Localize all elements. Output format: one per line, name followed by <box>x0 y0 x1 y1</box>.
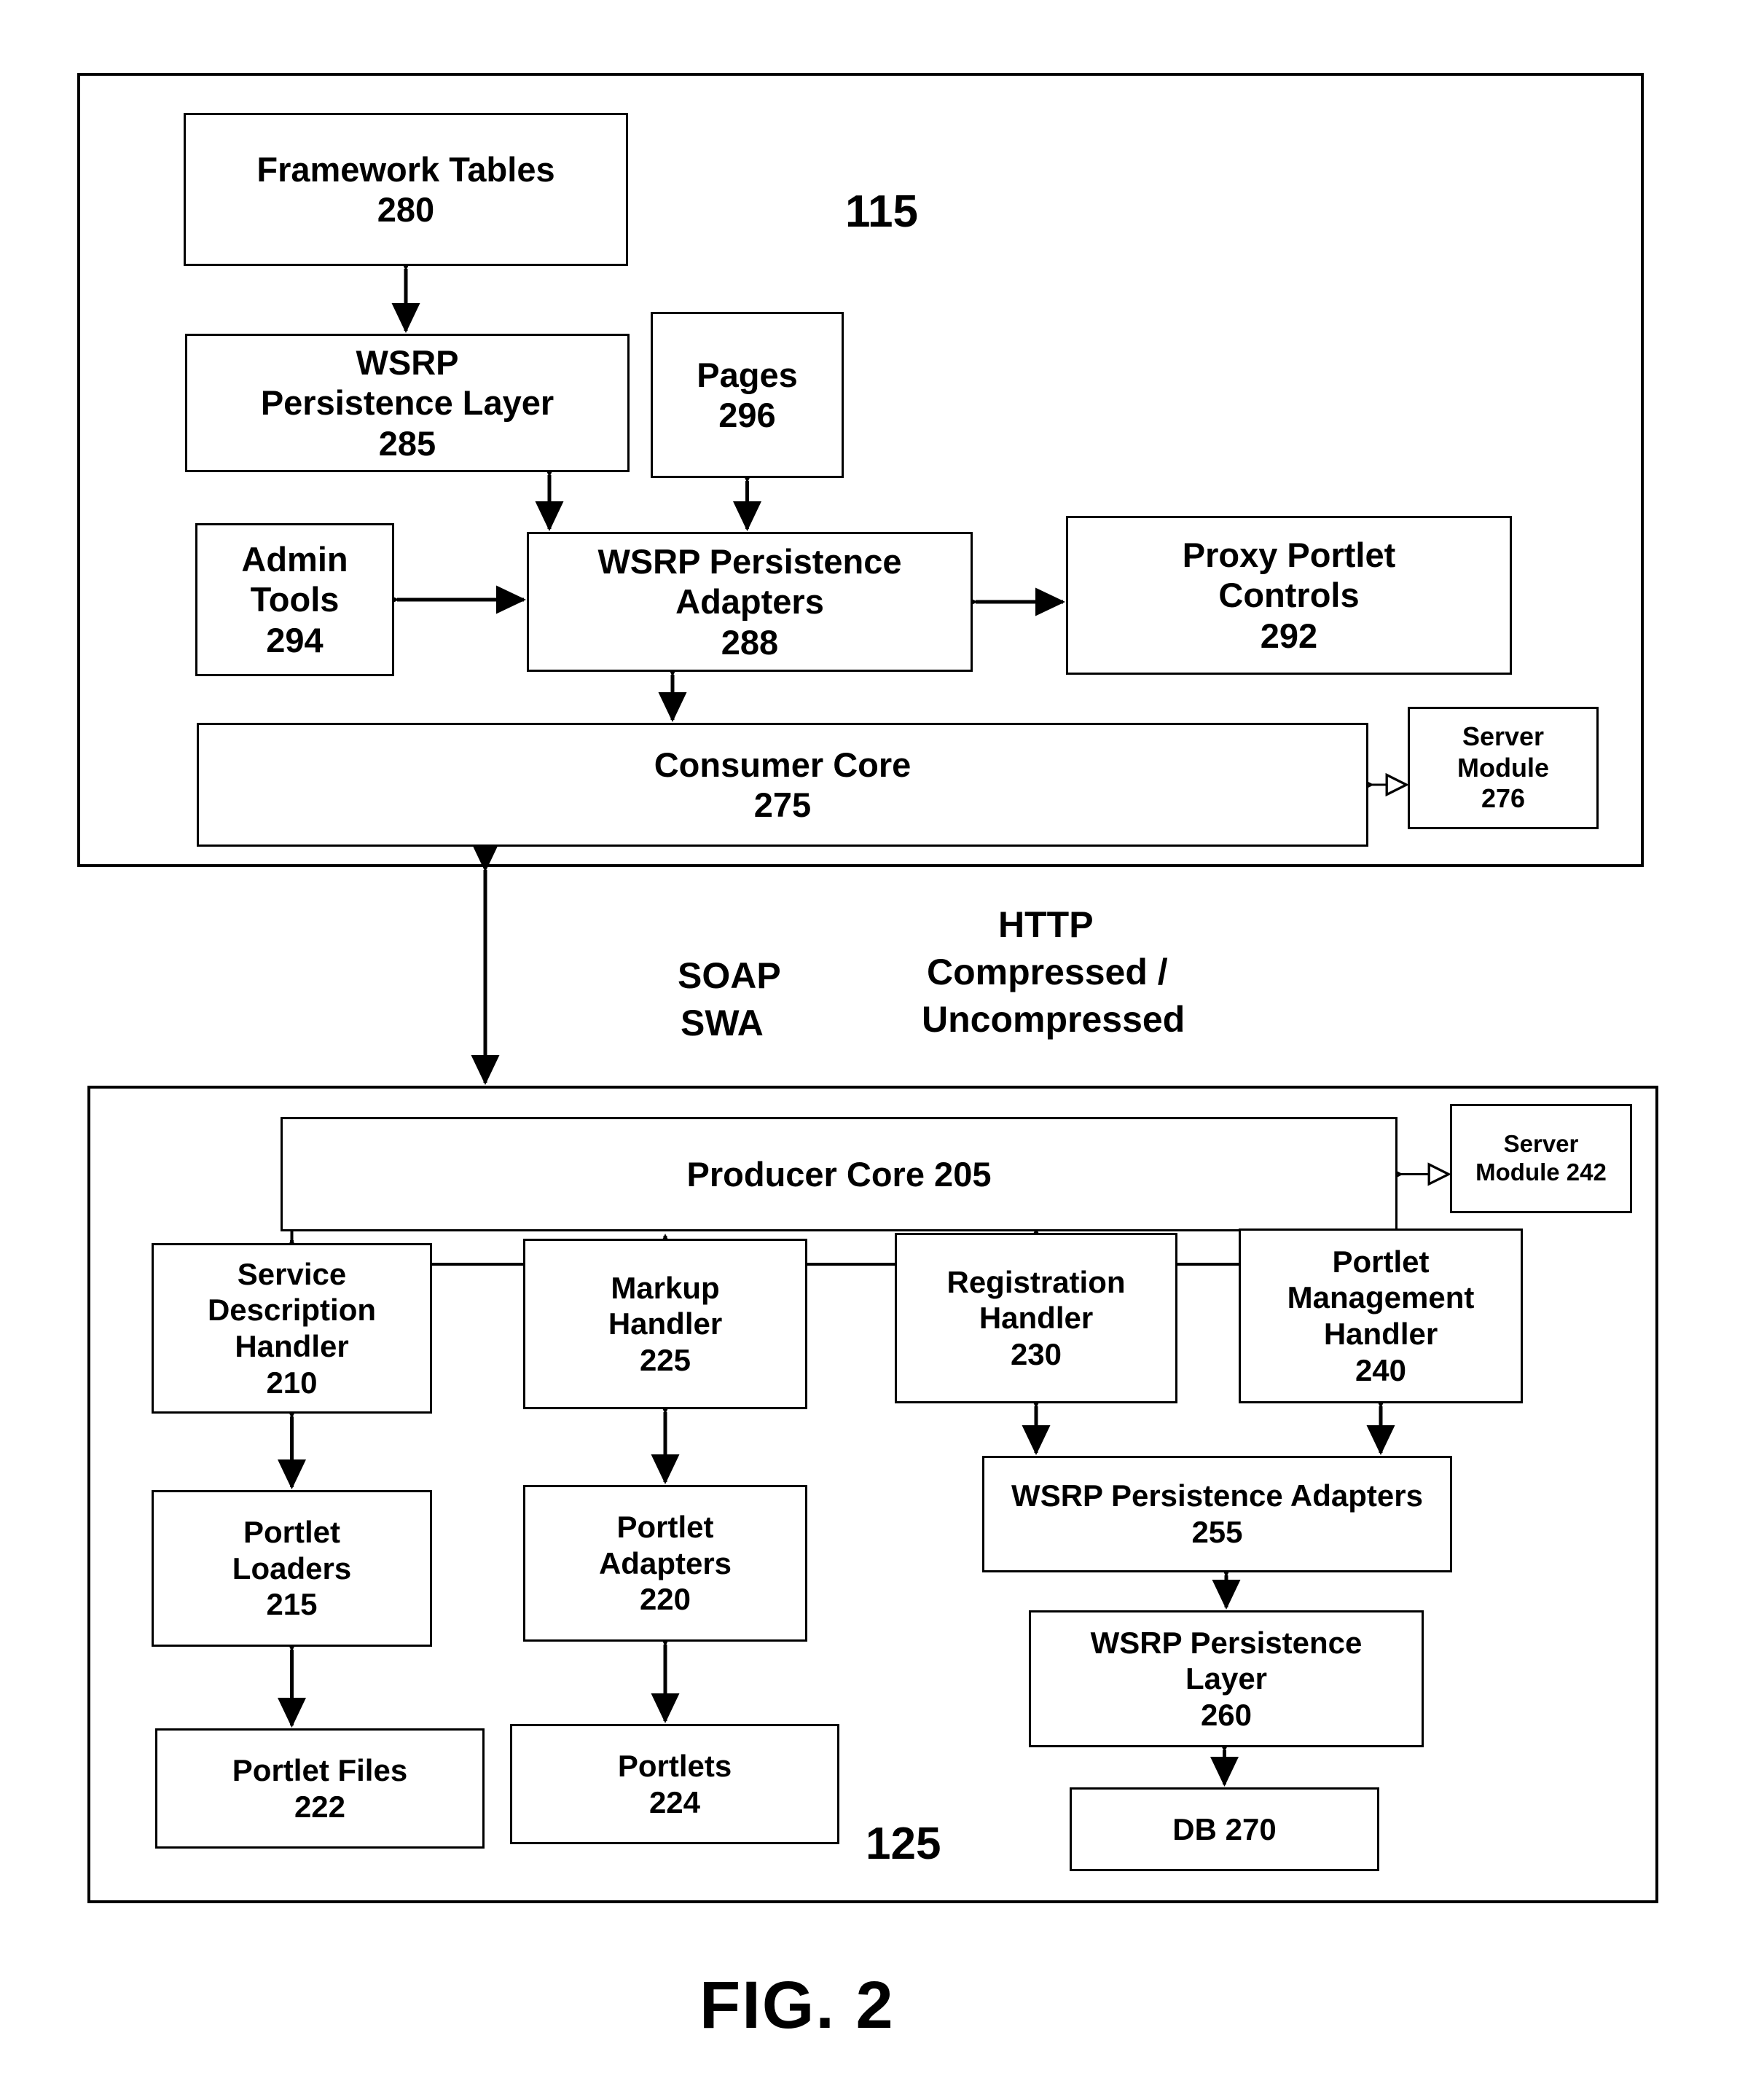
box-producer-wsrp-persistence-layer-line1: WSRP Persistence <box>1090 1625 1363 1660</box>
box-registration-handler-line3: 230 <box>1010 1336 1062 1371</box>
box-service-description-handler-line2: Description <box>207 1293 377 1328</box>
box-portlet-loaders-line2: Loaders <box>232 1551 352 1586</box>
box-consumer-core[interactable]: Consumer Core 275 <box>197 723 1368 847</box>
box-portlet-management-handler-line4: 240 <box>1355 1352 1407 1387</box>
box-markup-handler[interactable]: Markup Handler 225 <box>523 1239 807 1409</box>
box-service-description-handler[interactable]: Service Description Handler 210 <box>152 1243 432 1414</box>
box-portlet-loaders[interactable]: Portlet Loaders 215 <box>152 1490 432 1647</box>
box-pages[interactable]: Pages 296 <box>651 312 844 478</box>
box-framework-tables-line2: 280 <box>377 190 435 229</box>
box-consumer-core-line2: 275 <box>753 785 812 824</box>
soap-swa-label-line2: SWA <box>681 1003 764 1043</box>
box-service-description-handler-line3: Handler <box>235 1329 349 1363</box>
box-portlets[interactable]: Portlets 224 <box>510 1724 839 1844</box>
box-portlets-line2: 224 <box>648 1784 701 1819</box>
box-db-line1: DB 270 <box>1172 1811 1277 1846</box>
box-service-description-handler-line4: 210 <box>266 1365 318 1400</box>
box-consumer-server-module-line3: 276 <box>1481 783 1526 814</box>
figure-canvas: Framework Tables 280 WSRP Persistence La… <box>0 0 1764 2073</box>
box-portlet-adapters-line1: Portlet <box>616 1510 714 1545</box>
box-service-description-handler-line1: Service <box>237 1256 347 1291</box>
box-pages-line2: 296 <box>718 396 776 434</box>
box-producer-wsrp-persistence-adapters-line2: 255 <box>1191 1515 1243 1549</box>
box-markup-handler-line2: Handler <box>608 1306 723 1341</box>
box-wsrp-persistence-layer-line1: WSRP <box>356 342 459 382</box>
box-portlet-files[interactable]: Portlet Files 222 <box>155 1728 485 1849</box>
box-producer-wsrp-persistence-adapters[interactable]: WSRP Persistence Adapters 255 <box>982 1456 1452 1572</box>
box-producer-wsrp-persistence-adapters-line1: WSRP Persistence Adapters <box>1011 1478 1423 1513</box>
figure-caption: FIG. 2 <box>699 1968 895 2042</box>
box-portlet-adapters-line2: Adapters <box>598 1545 732 1580</box>
box-consumer-server-module-line2: Module <box>1457 752 1549 783</box>
box-wsrp-persistence-layer[interactable]: WSRP Persistence Layer 285 <box>185 334 630 472</box>
box-admin-tools-line2: Tools <box>250 580 340 619</box>
box-portlet-adapters-line3: 220 <box>639 1582 691 1617</box>
box-db[interactable]: DB 270 <box>1070 1787 1379 1871</box>
box-registration-handler[interactable]: Registration Handler 230 <box>895 1233 1177 1403</box>
box-consumer-wsrp-persistence-adapters[interactable]: WSRP Persistence Adapters 288 <box>527 532 973 672</box>
box-portlet-management-handler-line3: Handler <box>1323 1317 1438 1351</box>
box-producer-wsrp-persistence-layer-line3: 260 <box>1200 1697 1253 1732</box>
box-producer-server-module-line1: Server <box>1503 1130 1579 1158</box>
box-portlet-management-handler-line2: Management <box>1287 1280 1475 1315</box>
box-admin-tools[interactable]: Admin Tools 294 <box>195 523 394 676</box>
box-consumer-wsrp-persistence-adapters-line3: 288 <box>721 622 779 662</box>
box-proxy-portlet-controls[interactable]: Proxy Portlet Controls 292 <box>1066 516 1512 675</box>
box-producer-wsrp-persistence-layer-line2: Layer <box>1185 1661 1268 1696</box>
box-portlets-line1: Portlets <box>617 1748 732 1783</box>
consumer-ref-label: 115 <box>845 187 919 237</box>
box-framework-tables-line1: Framework Tables <box>256 149 555 189</box>
box-wsrp-persistence-layer-line3: 285 <box>378 423 436 463</box>
box-markup-handler-line1: Markup <box>611 1270 720 1305</box>
box-producer-core-line1: Producer Core 205 <box>686 1154 992 1194</box>
http-label-line1: HTTP <box>998 904 1094 945</box>
box-consumer-server-module-line1: Server <box>1462 721 1545 752</box>
http-label-line2: Compressed / <box>927 952 1168 992</box>
box-framework-tables[interactable]: Framework Tables 280 <box>184 113 628 266</box>
box-proxy-portlet-controls-line3: 292 <box>1260 616 1318 655</box>
box-producer-server-module[interactable]: Server Module 242 <box>1450 1104 1632 1213</box>
box-portlet-loaders-line3: 215 <box>266 1587 318 1622</box>
box-producer-core[interactable]: Producer Core 205 <box>281 1117 1398 1231</box>
box-portlet-files-line1: Portlet Files <box>232 1752 408 1787</box>
box-portlet-loaders-line1: Portlet <box>243 1515 340 1550</box>
box-portlet-management-handler-line1: Portlet <box>1332 1244 1430 1279</box>
box-markup-handler-line3: 225 <box>639 1342 691 1377</box>
producer-ref-label: 125 <box>866 1819 941 1869</box>
box-admin-tools-line3: 294 <box>266 620 324 659</box>
box-portlet-files-line2: 222 <box>294 1789 346 1824</box>
box-proxy-portlet-controls-line2: Controls <box>1218 576 1360 615</box>
box-proxy-portlet-controls-line1: Proxy Portlet <box>1182 535 1396 574</box>
box-pages-line1: Pages <box>697 355 798 394</box>
box-admin-tools-line1: Admin <box>241 539 348 579</box>
box-consumer-wsrp-persistence-adapters-line2: Adapters <box>675 582 824 622</box>
box-consumer-server-module[interactable]: Server Module 276 <box>1408 707 1599 829</box>
box-consumer-core-line1: Consumer Core <box>654 745 912 784</box>
box-producer-wsrp-persistence-layer[interactable]: WSRP Persistence Layer 260 <box>1029 1610 1424 1747</box>
box-registration-handler-line1: Registration <box>946 1264 1126 1299</box>
box-consumer-wsrp-persistence-adapters-line1: WSRP Persistence <box>597 541 902 581</box>
http-label-line3: Uncompressed <box>922 999 1185 1040</box>
soap-swa-label-line1: SOAP <box>678 955 781 996</box>
box-producer-server-module-line2: Module 242 <box>1475 1159 1607 1186</box>
box-portlet-management-handler[interactable]: Portlet Management Handler 240 <box>1239 1228 1523 1403</box>
box-portlet-adapters[interactable]: Portlet Adapters 220 <box>523 1485 807 1642</box>
box-wsrp-persistence-layer-line2: Persistence Layer <box>260 383 554 423</box>
box-registration-handler-line2: Handler <box>979 1301 1094 1336</box>
